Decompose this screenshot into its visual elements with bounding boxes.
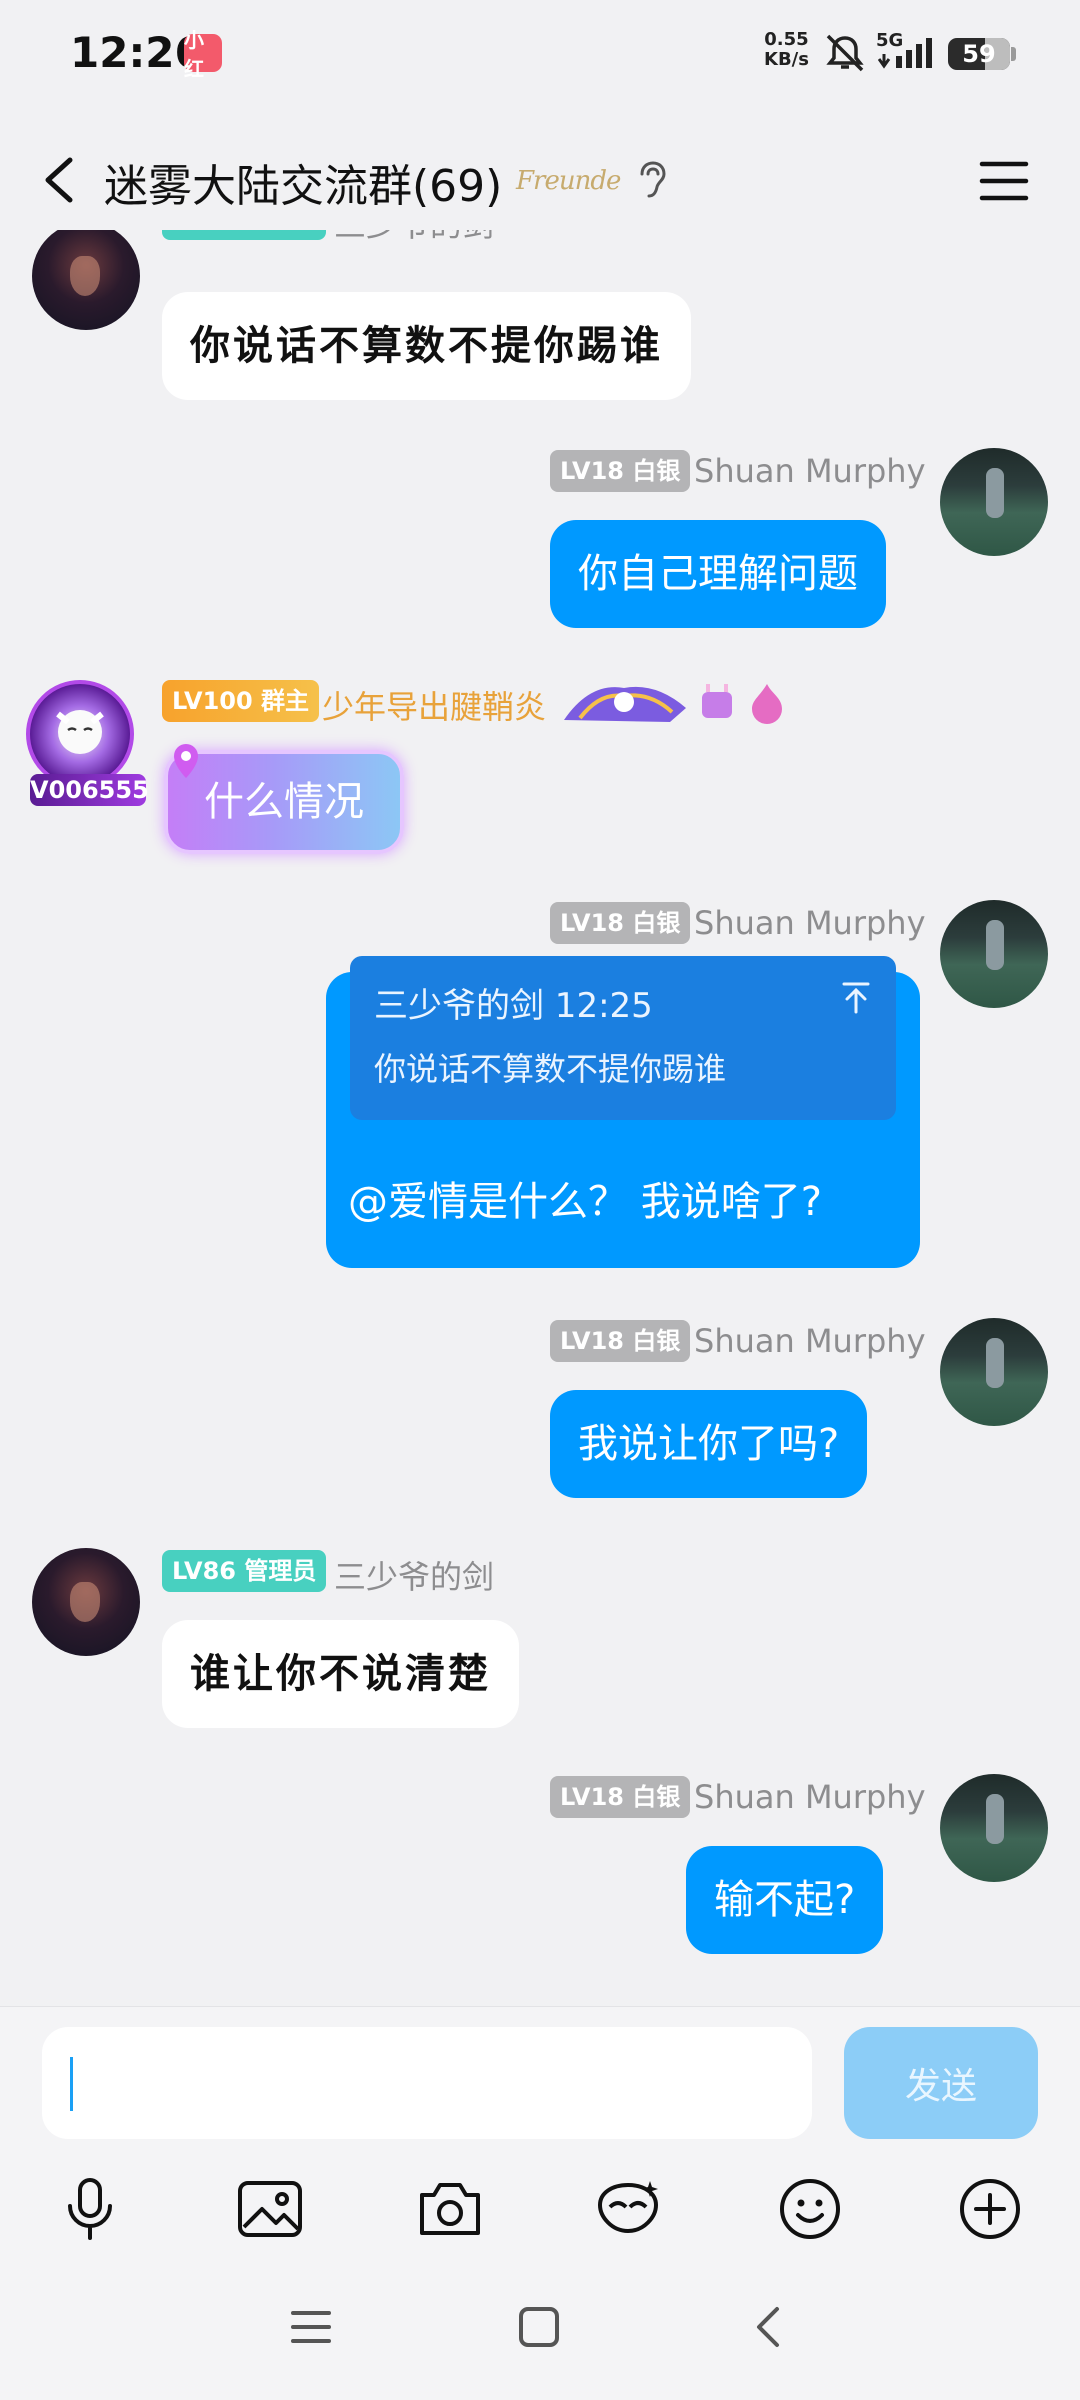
level-badge: LV100 群主 <box>162 680 320 722</box>
emoji-button[interactable] <box>770 2169 850 2249</box>
microphone-icon <box>68 2178 112 2240</box>
text-caret <box>70 2057 73 2111</box>
camera-button[interactable] <box>410 2169 490 2249</box>
sender-name[interactable]: Shuan Murphy <box>694 1778 926 1816</box>
message-bubble[interactable]: 我说让你了吗? <box>550 1390 868 1498</box>
nav-back-button[interactable] <box>734 2292 804 2362</box>
level-badge: LV86 管理员 <box>162 1550 327 1592</box>
avatar[interactable] <box>32 1548 140 1656</box>
sender-name[interactable]: 少年导出腱鞘炎 <box>322 682 546 728</box>
message-input[interactable] <box>42 2027 812 2139</box>
battery-tip <box>1011 47 1016 61</box>
avatar[interactable] <box>940 1318 1048 1426</box>
bubble-decoration-icon <box>168 742 204 786</box>
mute-icon <box>822 32 868 78</box>
message-text: @爱情是什么？ 我说啥了? <box>348 1179 822 1225</box>
level-badge: LV86 管理员 <box>162 230 327 240</box>
sender-name[interactable]: Shuan Murphy <box>694 1322 926 1360</box>
notification-app-icon: 小红 <box>184 28 222 81</box>
status-bar: 12:26 小红 0.55 KB/s 5G 59 <box>0 0 1080 110</box>
more-button[interactable] <box>950 2169 1030 2249</box>
anime-character-icon <box>56 710 104 754</box>
network-speed-value: 0.55 <box>764 29 809 50</box>
avatar[interactable] <box>940 1774 1048 1882</box>
network-speed: 0.55 KB/s <box>764 30 809 70</box>
battery-percent: 59 <box>962 40 996 68</box>
group-tag-badge: Freunde <box>516 166 621 196</box>
recents-icon <box>291 2311 331 2343</box>
message-bubble[interactable]: 你说话不算数不提你踢谁 <box>162 292 691 400</box>
battery-icon: 59 <box>948 38 1010 70</box>
sender-name[interactable]: 三少爷的剑 <box>334 230 494 246</box>
level-badge: LV18 白银 <box>550 1776 691 1818</box>
message-bubble[interactable]: 你自己理解问题 <box>550 520 886 628</box>
level-badge: LV18 白银 <box>550 1320 691 1362</box>
menu-button[interactable] <box>976 154 1032 208</box>
home-icon <box>519 2307 559 2347</box>
avatar[interactable] <box>32 230 140 330</box>
plus-icon <box>960 2179 1020 2239</box>
sender-name[interactable]: Shuan Murphy <box>694 452 926 490</box>
avatar[interactable] <box>940 448 1048 556</box>
level-badge: LV18 白银 <box>550 902 691 944</box>
bunny-badge-icon <box>696 682 738 728</box>
image-icon <box>238 2181 302 2237</box>
system-nav-bar <box>0 2270 1080 2400</box>
honor-badge-icon <box>560 678 690 730</box>
send-button[interactable]: 发送 <box>844 2027 1038 2139</box>
level-badge: LV18 白银 <box>550 450 691 492</box>
message-bubble[interactable]: 谁让你不说清楚 <box>162 1620 519 1728</box>
chevron-left-icon <box>45 157 73 203</box>
voice-button[interactable] <box>50 2169 130 2249</box>
avatar[interactable] <box>940 900 1048 1008</box>
back-button[interactable] <box>30 148 90 212</box>
signal-icon <box>877 36 934 74</box>
image-button[interactable] <box>230 2169 310 2249</box>
ear-icon[interactable] <box>634 160 670 204</box>
hongbao-button[interactable] <box>588 2169 668 2249</box>
emoji-icon <box>780 2179 840 2239</box>
quote-text: 你说话不算数不提你踢谁 <box>374 1050 727 1088</box>
quoted-message[interactable]: 三少爷的剑 12:25 你说话不算数不提你踢谁 <box>350 956 896 1120</box>
flame-badge-icon <box>748 682 786 728</box>
hamburger-menu-icon <box>979 161 1029 201</box>
sender-name[interactable]: 三少爷的剑 <box>334 1552 494 1598</box>
recent-apps-button[interactable] <box>276 2292 346 2362</box>
jump-to-top-icon[interactable] <box>838 980 874 1020</box>
network-speed-unit: KB/s <box>764 49 809 70</box>
avatar[interactable] <box>26 680 134 788</box>
chat-header: 迷雾大陆交流群(69) Freunde <box>0 130 1080 230</box>
message-list[interactable]: LV86 管理员 三少爷的剑 你说话不算数不提你踢谁 LV18 白银 Shuan… <box>0 230 1080 2006</box>
home-button[interactable] <box>504 2292 574 2362</box>
hongbao-icon <box>597 2181 659 2234</box>
group-title[interactable]: 迷雾大陆交流群(69) <box>104 150 502 214</box>
back-arrow-icon <box>757 2307 779 2347</box>
camera-icon <box>420 2183 480 2235</box>
message-bubble[interactable]: 输不起? <box>686 1846 884 1954</box>
quote-author-time: 三少爷的剑 12:25 <box>374 986 653 1026</box>
sender-name[interactable]: Shuan Murphy <box>694 904 926 942</box>
vip-number-tag: V006555 <box>30 774 149 806</box>
